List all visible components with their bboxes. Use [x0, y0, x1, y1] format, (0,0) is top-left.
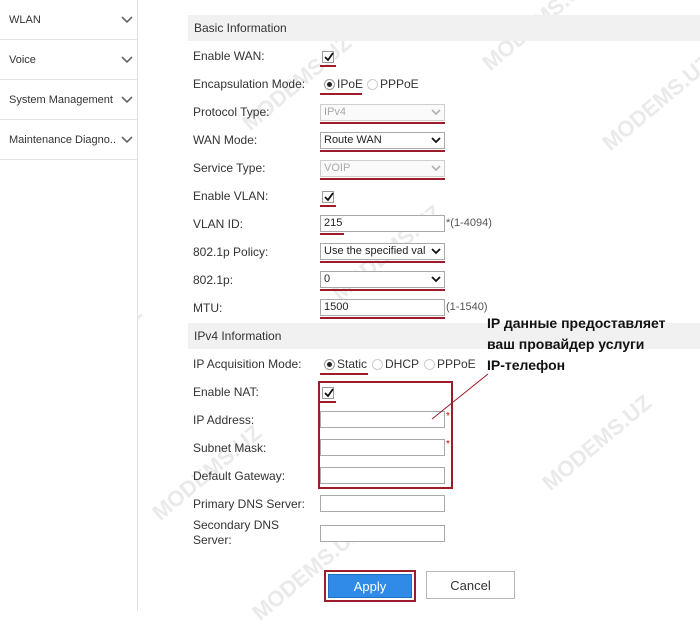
sidebar: WLAN Voice System Management Maintenance…: [0, 0, 138, 611]
primary-dns-label: Primary DNS Server:: [193, 497, 306, 511]
radio-pppoe-ipv4[interactable]: [424, 359, 435, 370]
chevron-down-icon: [431, 276, 441, 283]
enable-nat-label: Enable NAT:: [193, 385, 259, 399]
service-type-value: VOIP: [324, 162, 351, 174]
chevron-down-icon: [431, 109, 441, 116]
service-type-label: Service Type:: [193, 161, 266, 175]
radio-pppoe-label: PPPoE: [380, 77, 419, 91]
radio-static[interactable]: [324, 359, 335, 370]
acquisition-label: IP Acquisition Mode:: [193, 357, 302, 371]
highlight-underline: [320, 93, 362, 95]
service-type-select[interactable]: VOIP: [320, 160, 445, 177]
annotation-line: IP-телефон: [487, 357, 566, 373]
checkmark-icon: [324, 192, 334, 202]
vlan-id-input[interactable]: 215: [320, 215, 445, 232]
cancel-button[interactable]: Cancel: [426, 571, 515, 599]
chevron-down-icon: [121, 15, 133, 24]
wan-mode-value: Route WAN: [324, 134, 382, 146]
annotation-line: ваш провайдер услуги: [487, 336, 645, 352]
watermark: MODEMS.UZ: [597, 49, 700, 156]
sidebar-item-system-management[interactable]: System Management: [0, 80, 137, 120]
section-header-basic: Basic Information: [188, 15, 700, 41]
policy-label: 802.1p Policy:: [193, 245, 269, 259]
highlight-underline: [320, 317, 445, 319]
highlight-underline: [320, 233, 344, 235]
chevron-down-icon: [431, 165, 441, 172]
default-gateway-label: Default Gateway:: [193, 469, 286, 483]
chevron-down-icon: [121, 95, 133, 104]
radio-static-label: Static: [337, 357, 368, 371]
radio-ipoe-label: IPoE: [337, 77, 364, 91]
secondary-dns-label: Secondary DNS Server:: [193, 518, 280, 547]
wan-mode-label: WAN Mode:: [193, 133, 258, 147]
highlight-underline: [320, 122, 445, 124]
enable-wan-checkbox[interactable]: [322, 51, 334, 63]
chevron-down-icon: [431, 248, 441, 255]
p8021-label: 802.1p:: [193, 273, 234, 287]
encapsulation-label: Encapsulation Mode:: [193, 77, 306, 91]
sidebar-item-label: WLAN: [9, 13, 41, 26]
vlan-id-value: 215: [324, 217, 343, 229]
primary-dns-input[interactable]: [320, 495, 445, 512]
radio-dhcp-label: DHCP: [385, 357, 420, 371]
vlan-id-hint: *(1-4094): [446, 217, 492, 229]
checkmark-icon: [324, 52, 334, 62]
protocol-type-label: Protocol Type:: [193, 105, 270, 119]
sidebar-item-voice[interactable]: Voice: [0, 40, 137, 80]
highlight-underline: [320, 178, 445, 180]
subnet-mask-label: Subnet Mask:: [193, 441, 267, 455]
highlight-box: [318, 381, 453, 489]
radio-pppoe[interactable]: [367, 79, 378, 90]
highlight-underline: [320, 205, 336, 207]
radio-ipoe[interactable]: [324, 79, 335, 90]
highlight-underline: [320, 150, 445, 152]
mtu-input[interactable]: 1500: [320, 299, 445, 316]
highlight-underline: [320, 289, 445, 291]
annotation-line: IP данные предоставляет: [487, 315, 666, 331]
sidebar-item-wlan[interactable]: WLAN: [0, 0, 137, 40]
highlight-underline: [320, 373, 368, 375]
ip-address-label: IP Address:: [193, 413, 255, 427]
protocol-type-select[interactable]: IPv4: [320, 104, 445, 121]
sidebar-item-label: Maintenance Diagno..: [9, 133, 117, 146]
enable-vlan-label: Enable VLAN:: [193, 189, 269, 203]
sidebar-item-label: Voice: [9, 53, 36, 66]
mtu-hint: (1-1540): [446, 301, 488, 313]
apply-button-label: Apply: [328, 574, 412, 598]
radio-pppoe-ipv4-label: PPPoE: [437, 357, 476, 371]
sidebar-item-maintenance[interactable]: Maintenance Diagno..: [0, 120, 137, 160]
policy-value: Use the specified val: [324, 245, 426, 257]
sidebar-item-label: System Management: [9, 93, 113, 106]
wan-mode-select[interactable]: Route WAN: [320, 132, 445, 149]
secondary-dns-input[interactable]: [320, 525, 445, 542]
watermark: MODEMS.UZ: [537, 389, 657, 496]
radio-dhcp[interactable]: [372, 359, 383, 370]
annotation-note: IP данные предоставляет ваш провайдер ус…: [487, 313, 700, 376]
apply-button[interactable]: Apply: [324, 570, 416, 602]
p8021-value: 0: [324, 273, 331, 285]
p8021-select[interactable]: 0: [320, 271, 445, 288]
highlight-underline: [320, 65, 336, 67]
highlight-underline: [320, 261, 445, 263]
chevron-down-icon: [121, 135, 133, 144]
vlan-id-label: VLAN ID:: [193, 217, 244, 231]
chevron-down-icon: [431, 137, 441, 144]
chevron-down-icon: [121, 55, 133, 64]
enable-wan-label: Enable WAN:: [193, 49, 265, 63]
mtu-label: MTU:: [193, 301, 223, 315]
mtu-value: 1500: [324, 301, 349, 313]
policy-select[interactable]: Use the specified val: [320, 243, 445, 260]
enable-vlan-checkbox[interactable]: [322, 191, 334, 203]
protocol-type-value: IPv4: [324, 106, 347, 118]
